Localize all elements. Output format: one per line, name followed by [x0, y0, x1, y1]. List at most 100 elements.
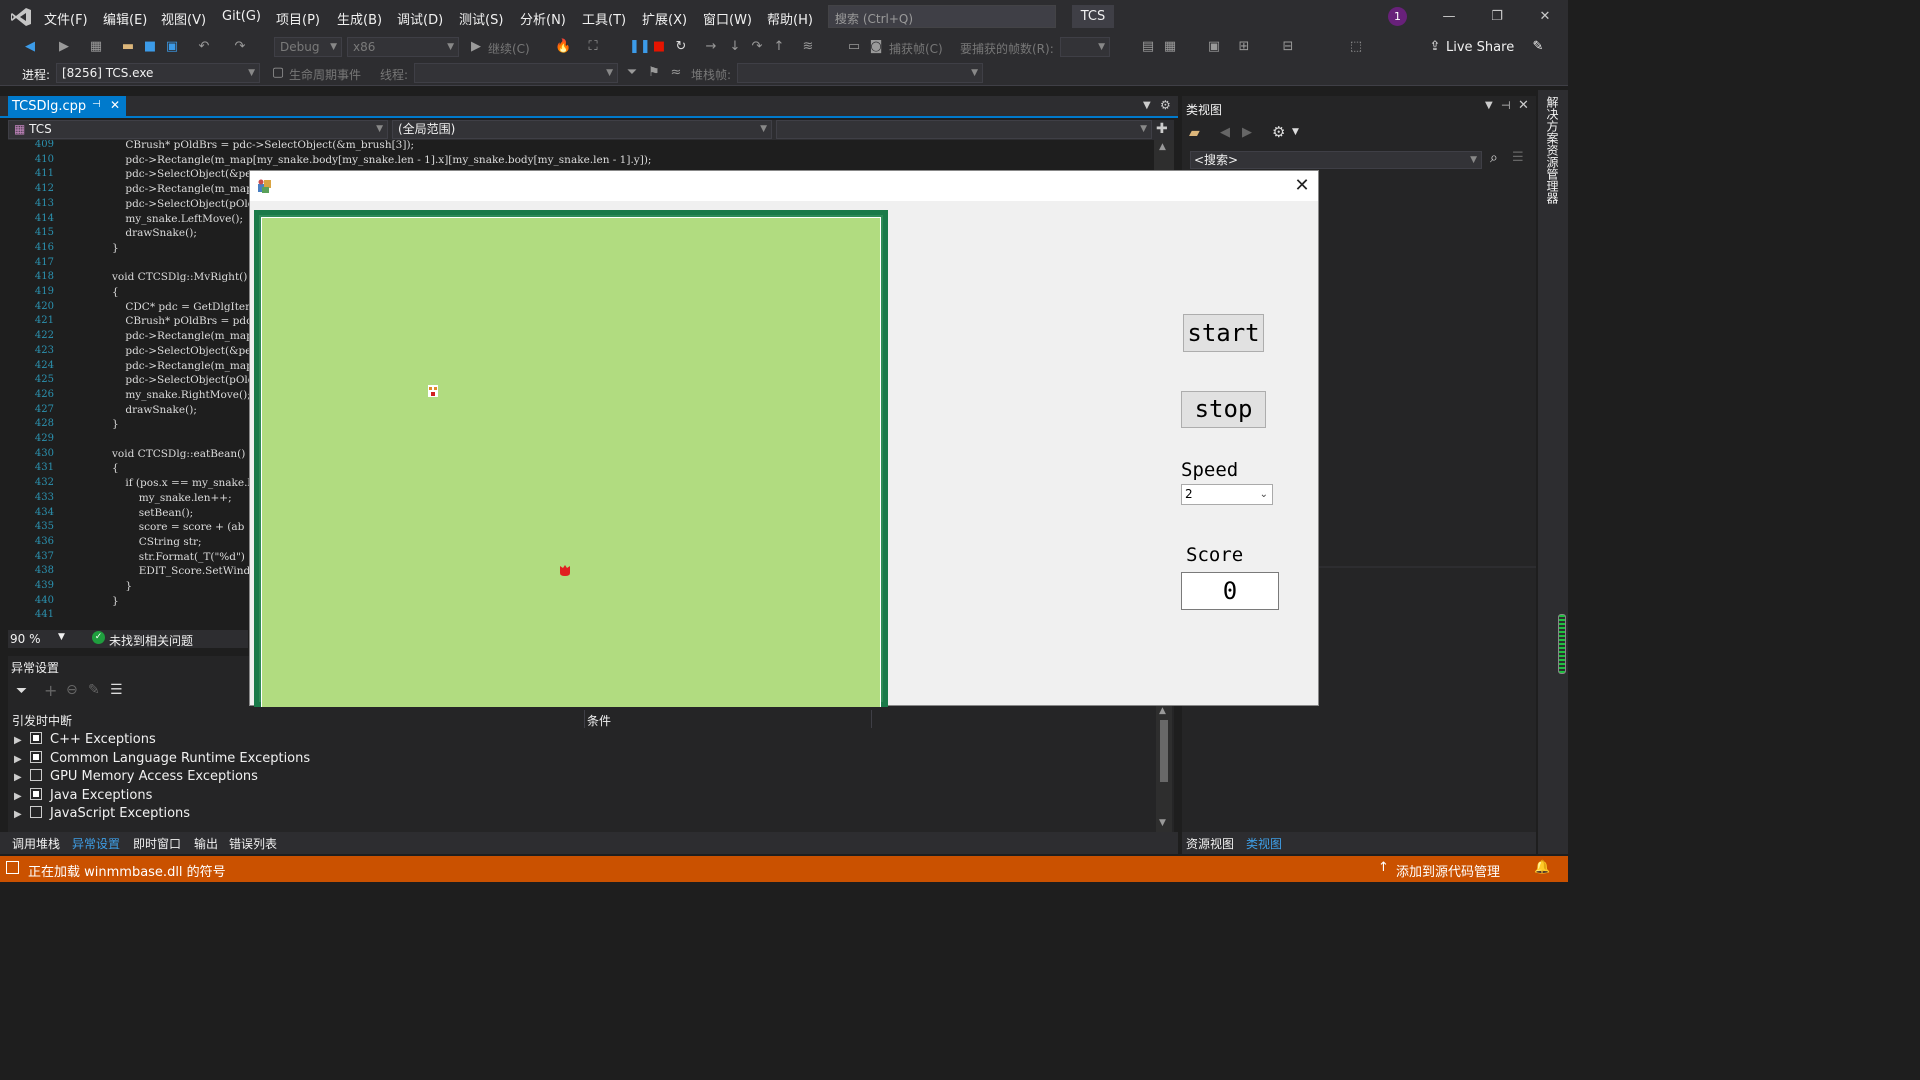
structure-icon[interactable]: ⊞ [1236, 39, 1252, 55]
step-over-icon[interactable]: ↷ [749, 39, 765, 55]
show-threads-icon[interactable]: ≈ [668, 65, 684, 81]
issues-status[interactable]: 未找到相关问题 [109, 632, 193, 649]
class-search-input[interactable]: <搜索> ▼ [1190, 151, 1482, 169]
scroll-thumb[interactable] [1160, 720, 1168, 782]
back-icon[interactable]: ◀ [1220, 125, 1230, 140]
member-nav-select[interactable]: ▼ [776, 120, 1152, 139]
solution-explorer-tab[interactable]: 解决方案资源管理器 [1544, 96, 1561, 204]
menu-file[interactable]: 文件(F) [44, 9, 88, 28]
layout-icon[interactable]: ⬚ [1348, 39, 1364, 55]
forward-icon[interactable]: ▶ [1242, 125, 1252, 140]
column-break-when-thrown[interactable]: 引发时中断 [12, 712, 72, 729]
filter-icon[interactable]: ⏷ [624, 65, 640, 81]
expand-icon[interactable]: ▶ [14, 735, 26, 746]
tab-error-list[interactable]: 错误列表 [229, 835, 277, 852]
minimize-button[interactable]: — [1434, 6, 1464, 28]
exception-row[interactable]: ▶ C++ Exceptions [14, 732, 156, 750]
column-condition[interactable]: 条件 [587, 712, 611, 729]
tab-tcsdlg-cpp[interactable]: TCSDlg.cpp ⊣ ✕ [8, 96, 126, 118]
new-project-icon[interactable]: ▦ [88, 39, 104, 55]
share-icon[interactable]: ⇪ [1427, 39, 1443, 55]
exception-row[interactable]: ▶ Common Language Runtime Exceptions [14, 750, 310, 769]
thread-select[interactable]: ▼ [414, 63, 618, 83]
menu-extensions[interactable]: 扩展(X) [642, 9, 687, 28]
tab-output[interactable]: 输出 [194, 835, 218, 852]
exception-checkbox[interactable] [30, 732, 42, 744]
align-icon[interactable]: ⊟ [1280, 39, 1296, 55]
tab-resource-view[interactable]: 资源视图 [1186, 835, 1234, 852]
start-button[interactable]: start [1183, 314, 1264, 352]
search-icon[interactable]: ⌕ [1490, 150, 1498, 166]
menu-help[interactable]: 帮助(H) [767, 9, 813, 28]
menu-debug[interactable]: 调试(D) [397, 9, 443, 28]
grid-icon[interactable]: ▦ [1162, 39, 1178, 55]
panel-menu-icon[interactable]: ▼ [1485, 100, 1493, 111]
add-icon[interactable]: + [44, 681, 57, 700]
menu-build[interactable]: 生成(B) [337, 9, 382, 28]
close-window-button[interactable]: ✕ [1530, 6, 1560, 28]
frames-input[interactable]: ▼ [1060, 37, 1110, 57]
menu-test[interactable]: 测试(S) [459, 9, 503, 28]
menu-tools[interactable]: 工具(T) [582, 9, 626, 28]
split-icon[interactable]: ✚ [1156, 121, 1168, 137]
stop-icon[interactable]: ■ [651, 39, 667, 55]
hot-reload-icon[interactable]: 🔥 [555, 39, 571, 55]
speed-select[interactable]: 2 ⌄ [1181, 484, 1273, 505]
exception-scrollbar[interactable]: ▲ ▼ [1156, 706, 1172, 832]
settings-icon[interactable]: ⚙ [1272, 123, 1285, 141]
back-icon[interactable]: ◀ [22, 39, 38, 55]
flag-icon[interactable]: ⚑ [646, 65, 662, 81]
exception-checkbox[interactable] [30, 750, 42, 763]
menu-edit[interactable]: 编辑(E) [103, 9, 147, 28]
tab-exception-settings[interactable]: 异常设置 [72, 835, 120, 852]
restart-icon[interactable]: ↻ [673, 39, 689, 55]
code-line[interactable]: 409 CBrush* pOldBrs = pdc->SelectObject(… [8, 140, 1154, 154]
lifecycle-icon[interactable]: ▢ [270, 65, 286, 81]
tab-overflow-icon[interactable]: ▼ [1143, 100, 1151, 111]
exception-checkbox[interactable] [30, 769, 42, 781]
capture-frame-button[interactable]: 捕获帧(C) [889, 40, 943, 57]
show-next-statement-icon[interactable]: → [703, 39, 719, 55]
exception-row[interactable]: ▶ JavaScript Exceptions [14, 806, 190, 824]
continue-icon[interactable]: ▶ [468, 39, 484, 55]
score-field[interactable]: 0 [1181, 572, 1279, 610]
exception-checkbox[interactable] [30, 806, 42, 818]
menu-project[interactable]: 项目(P) [276, 9, 320, 28]
filter-icon[interactable]: ⏷ [16, 683, 27, 699]
stop-button[interactable]: stop [1181, 391, 1266, 428]
add-to-source-control-button[interactable]: 添加到源代码管理 [1396, 861, 1500, 880]
save-icon[interactable]: ■ [142, 39, 158, 55]
exception-checkbox[interactable] [30, 787, 42, 800]
remove-icon[interactable]: ⊖ [66, 682, 78, 698]
pause-icon[interactable]: ❚❚ [629, 39, 651, 55]
menu-window[interactable]: 窗口(W) [703, 9, 752, 28]
redo-icon[interactable]: ↷ [232, 39, 248, 55]
restore-button[interactable]: ❐ [1482, 6, 1512, 28]
exception-row[interactable]: ▶ GPU Memory Access Exceptions [14, 769, 258, 787]
gear-icon[interactable]: ⚙ [1160, 98, 1171, 112]
process-select[interactable]: [8256] TCS.exe ▼ [56, 63, 260, 83]
scroll-up-icon[interactable]: ▲ [1159, 706, 1166, 716]
chevron-down-icon[interactable]: ▼ [58, 632, 65, 642]
close-icon[interactable]: ✕ [1518, 98, 1529, 113]
forward-icon[interactable]: ▶ [56, 39, 72, 55]
camera-icon[interactable]: ◙ [868, 39, 884, 55]
pin-icon[interactable]: ⊣ [1501, 99, 1511, 112]
app-screenshot-icon[interactable]: ⛶ [585, 39, 601, 55]
game-board[interactable] [254, 210, 888, 707]
scope-nav-select[interactable]: (全局范围) ▼ [392, 120, 772, 139]
dialog-title-bar[interactable]: ✕ [250, 171, 1318, 201]
list-icon[interactable]: ☰ [110, 682, 123, 698]
exception-row[interactable]: ▶ Java Exceptions [14, 787, 152, 806]
graphics-icon[interactable]: ▭ [846, 39, 862, 55]
scroll-down-icon[interactable]: ▼ [1159, 818, 1166, 828]
window-icon[interactable]: ▣ [1206, 39, 1222, 55]
expand-icon[interactable]: ▶ [14, 791, 26, 802]
tab-immediate-window[interactable]: 即时窗口 [133, 835, 181, 852]
pin-icon[interactable]: ⊣ [92, 99, 101, 110]
dialog-close-button[interactable]: ✕ [1290, 174, 1314, 198]
expand-icon[interactable]: ▶ [14, 772, 26, 783]
undo-icon[interactable]: ↶ [196, 39, 212, 55]
configuration-select[interactable]: Debug ▼ [274, 37, 342, 57]
code-line[interactable]: 410 pdc->Rectangle(m_map[my_snake.body[m… [8, 154, 1154, 169]
